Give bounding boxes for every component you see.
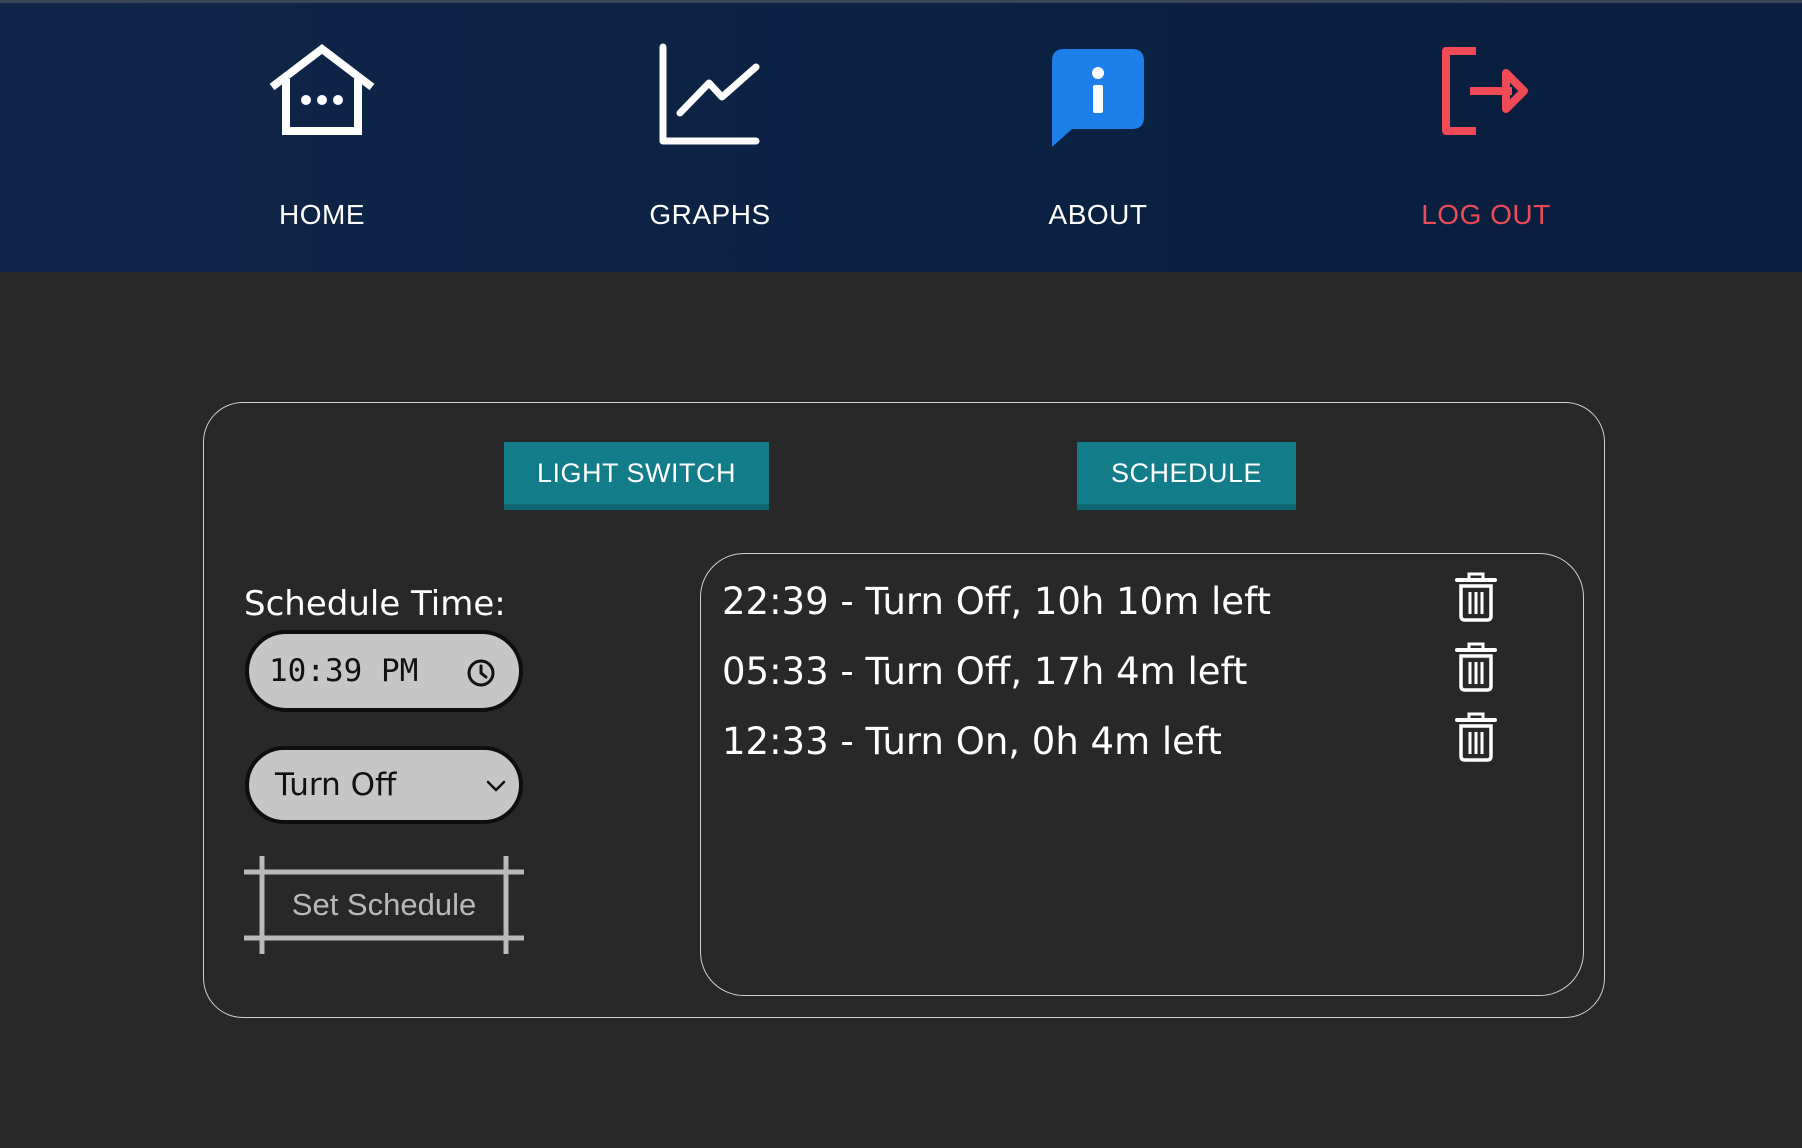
schedule-time-label: Schedule Time:	[244, 584, 506, 624]
nav-logout-label: LOG OUT	[1421, 199, 1551, 230]
schedule-time-input[interactable]: 10:39 PM	[245, 630, 523, 712]
home-icon	[202, 43, 442, 163]
tab-light-switch[interactable]: LIGHT SWITCH	[504, 442, 769, 510]
nav-about-label: ABOUT	[1048, 199, 1148, 230]
chevron-down-icon	[485, 778, 507, 797]
nav-home-label: HOME	[279, 199, 365, 230]
schedule-item: 12:33 - Turn On, 0h 4m left	[722, 712, 1522, 772]
nav-home[interactable]: HOME	[202, 43, 442, 231]
nav-graphs[interactable]: GRAPHS	[590, 43, 830, 231]
set-schedule-label: Set Schedule	[291, 887, 477, 922]
info-icon	[978, 43, 1218, 163]
trash-icon[interactable]	[1454, 572, 1498, 626]
nav-graphs-label: GRAPHS	[649, 199, 771, 230]
top-nav: HOME GRAPHS ABOUT LOG OUT	[0, 0, 1802, 272]
schedule-item: 05:33 - Turn Off, 17h 4m left	[722, 642, 1522, 702]
graph-icon	[590, 43, 830, 163]
trash-icon[interactable]	[1454, 712, 1498, 766]
nav-about[interactable]: ABOUT	[978, 43, 1218, 231]
schedule-item: 22:39 - Turn Off, 10h 10m left	[722, 572, 1522, 632]
schedule-item-text: 22:39 - Turn Off, 10h 10m left	[722, 580, 1271, 623]
schedule-item-text: 05:33 - Turn Off, 17h 4m left	[722, 650, 1248, 693]
set-schedule-button[interactable]: Set Schedule	[244, 856, 524, 954]
trash-icon[interactable]	[1454, 642, 1498, 696]
clock-icon[interactable]	[465, 657, 497, 693]
tab-schedule[interactable]: SCHEDULE	[1077, 442, 1296, 510]
nav-logout[interactable]: LOG OUT	[1366, 43, 1606, 231]
action-select[interactable]: Turn Off	[245, 746, 523, 824]
schedule-time-value: 10:39 PM	[269, 653, 419, 689]
logout-icon	[1366, 43, 1606, 163]
schedule-item-text: 12:33 - Turn On, 0h 4m left	[722, 720, 1222, 763]
action-select-value: Turn Off	[275, 767, 397, 803]
